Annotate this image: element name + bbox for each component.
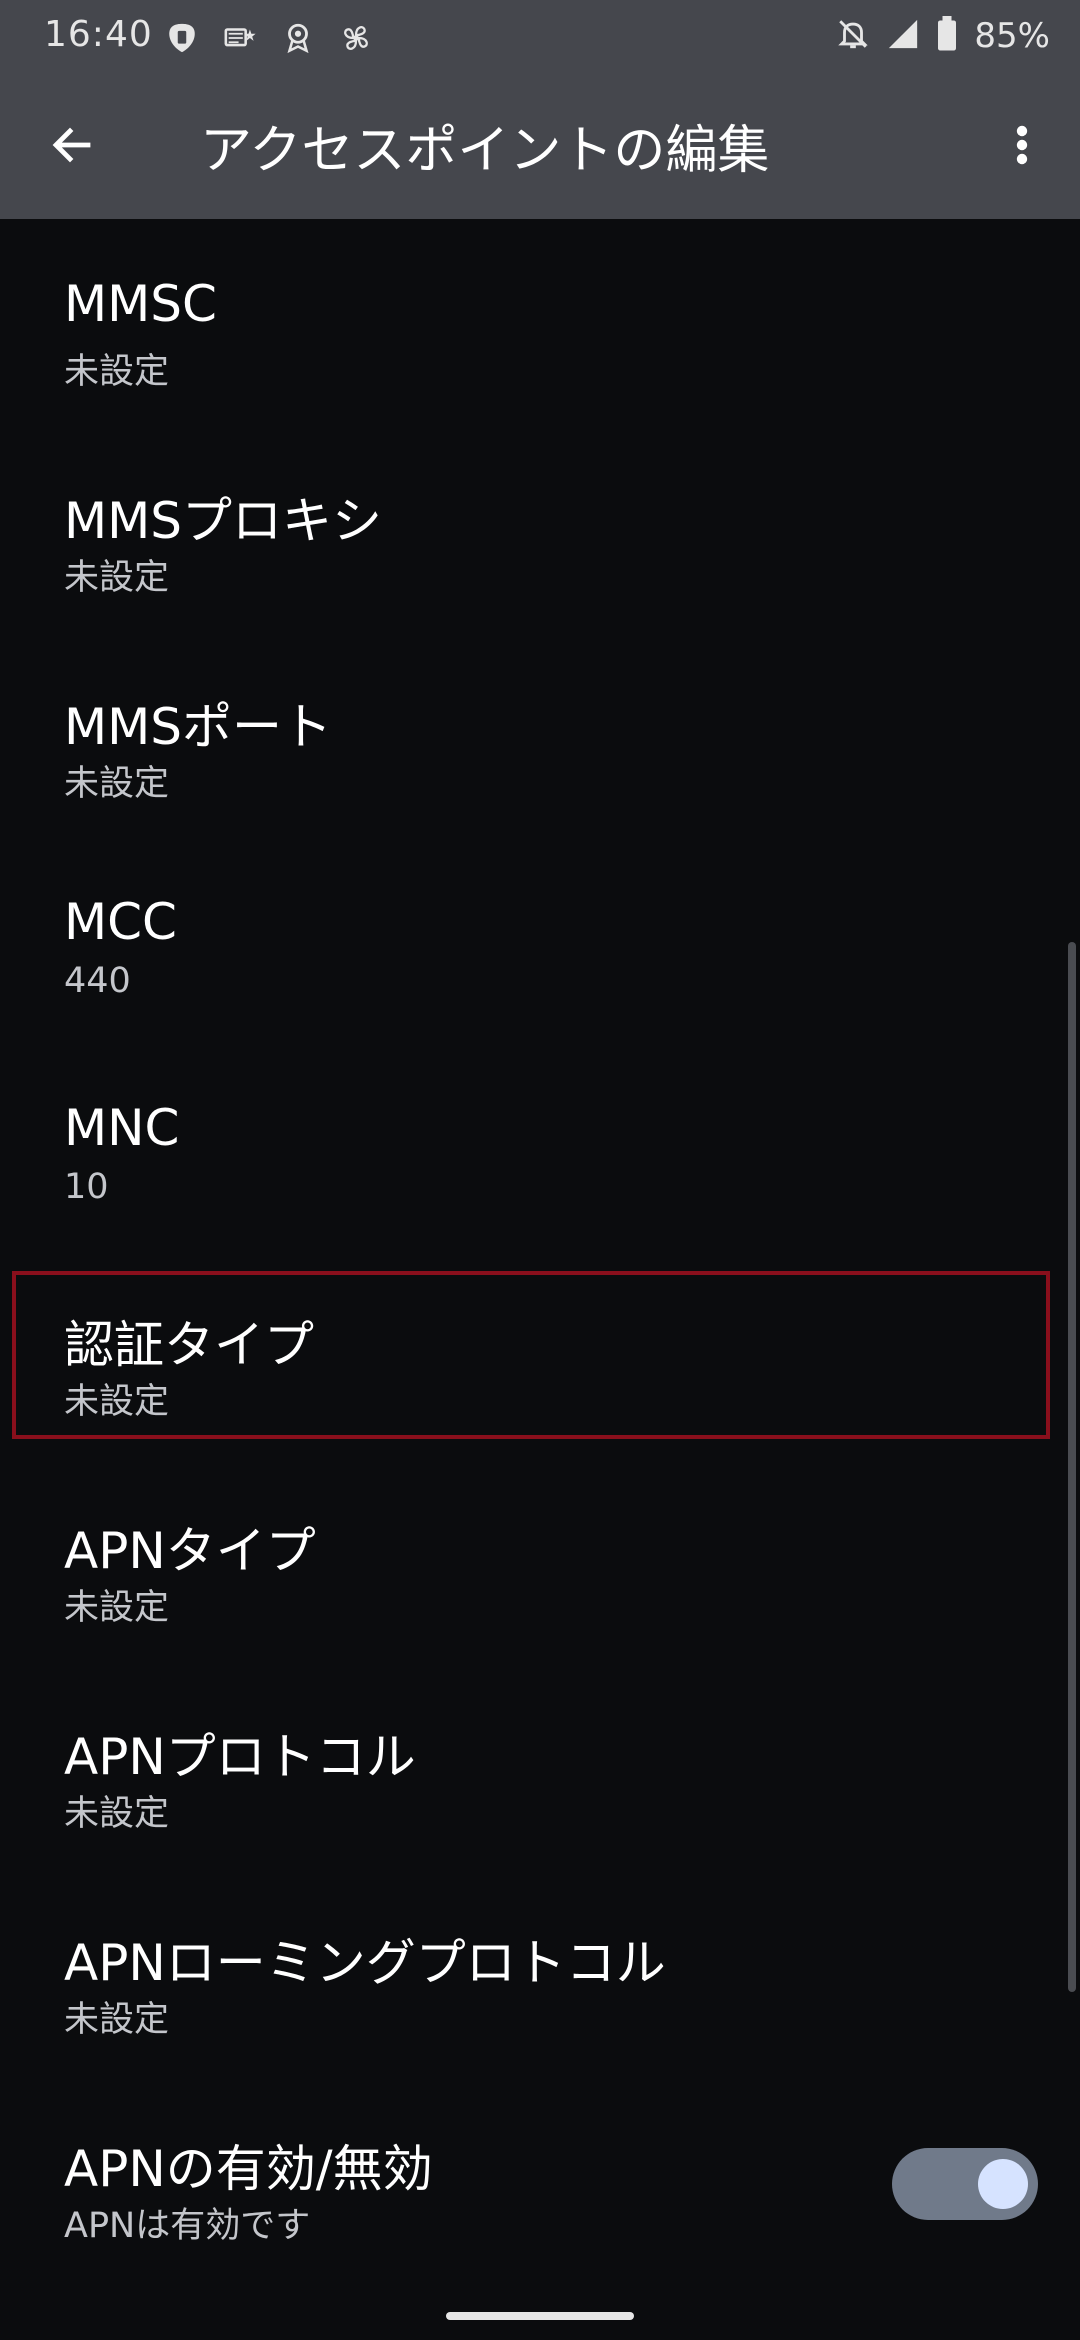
pref-summary: 未設定 bbox=[64, 2000, 170, 2040]
pref-title: 認証タイプ bbox=[64, 1316, 314, 1374]
status-icons-right: 85% bbox=[836, 14, 1050, 58]
pinwheel-icon bbox=[338, 20, 374, 56]
status-bar: 16:40 85% bbox=[0, 0, 1080, 74]
status-time: 16:40 bbox=[44, 14, 153, 55]
pref-item-mmsc[interactable]: MMSC 未設定 bbox=[0, 219, 1080, 425]
apn-enable-toggle[interactable] bbox=[892, 2148, 1038, 2220]
more-options-button[interactable] bbox=[984, 109, 1060, 185]
pref-title: MMSプロキシ bbox=[64, 492, 383, 550]
pref-item-apn-type[interactable]: APNタイプ 未設定 bbox=[0, 1455, 1080, 1661]
pref-summary: 未設定 bbox=[64, 352, 170, 392]
scrollbar[interactable] bbox=[1068, 942, 1076, 1992]
back-button[interactable] bbox=[34, 109, 110, 185]
pref-title: APNローミングプロトコル bbox=[64, 1934, 666, 1992]
battery-percent: 85% bbox=[974, 16, 1050, 56]
pref-title: APNタイプ bbox=[64, 1522, 316, 1580]
pref-item-mms-proxy[interactable]: MMSプロキシ 未設定 bbox=[0, 425, 1080, 631]
pref-item-apn-protocol[interactable]: APNプロトコル 未設定 bbox=[0, 1661, 1080, 1867]
pref-title: MMSポート bbox=[64, 698, 333, 756]
shield-notification-icon bbox=[164, 20, 200, 56]
pref-summary: 10 bbox=[64, 1167, 109, 1207]
toggle-thumb bbox=[978, 2159, 1028, 2209]
pref-summary: 未設定 bbox=[64, 1382, 170, 1422]
pref-item-mnc[interactable]: MNC 10 bbox=[0, 1043, 1080, 1249]
pref-item-apn-roaming-protocol[interactable]: APNローミングプロトコル 未設定 bbox=[0, 1867, 1080, 2073]
pref-item-auth-type[interactable]: 認証タイプ 未設定 bbox=[0, 1249, 1080, 1455]
pref-title: MCC bbox=[64, 893, 177, 951]
battery-icon bbox=[936, 16, 958, 56]
pref-summary: 未設定 bbox=[64, 1794, 170, 1834]
pref-title: MNC bbox=[64, 1099, 180, 1157]
pref-summary: 未設定 bbox=[64, 558, 170, 598]
bell-off-icon bbox=[836, 17, 870, 55]
pref-item-mms-port[interactable]: MMSポート 未設定 bbox=[0, 631, 1080, 837]
pref-item-mcc[interactable]: MCC 440 bbox=[0, 837, 1080, 1043]
pref-title: APNの有効/無効 bbox=[64, 2140, 433, 2198]
screen: 16:40 85% アクセスポイントの編集 MMSC 未設定 MMSプロキシ 未… bbox=[0, 0, 1080, 2340]
pref-summary: 440 bbox=[64, 961, 131, 1001]
page-title: アクセスポイントの編集 bbox=[200, 121, 770, 181]
pref-title: APNプロトコル bbox=[64, 1728, 416, 1786]
news-icon bbox=[222, 20, 258, 56]
signal-icon bbox=[886, 17, 920, 55]
status-icons-left bbox=[164, 16, 374, 60]
pref-summary: 未設定 bbox=[64, 1588, 170, 1628]
pref-summary: APNは有効です bbox=[64, 2206, 311, 2246]
pref-title: MMSC bbox=[64, 275, 217, 333]
gesture-nav-handle[interactable] bbox=[446, 2312, 634, 2320]
more-vert-icon bbox=[1002, 121, 1042, 173]
app-bar: アクセスポイントの編集 bbox=[0, 74, 1080, 219]
location-badge-icon bbox=[280, 20, 316, 56]
arrow-left-icon bbox=[48, 121, 96, 173]
pref-summary: 未設定 bbox=[64, 764, 170, 804]
